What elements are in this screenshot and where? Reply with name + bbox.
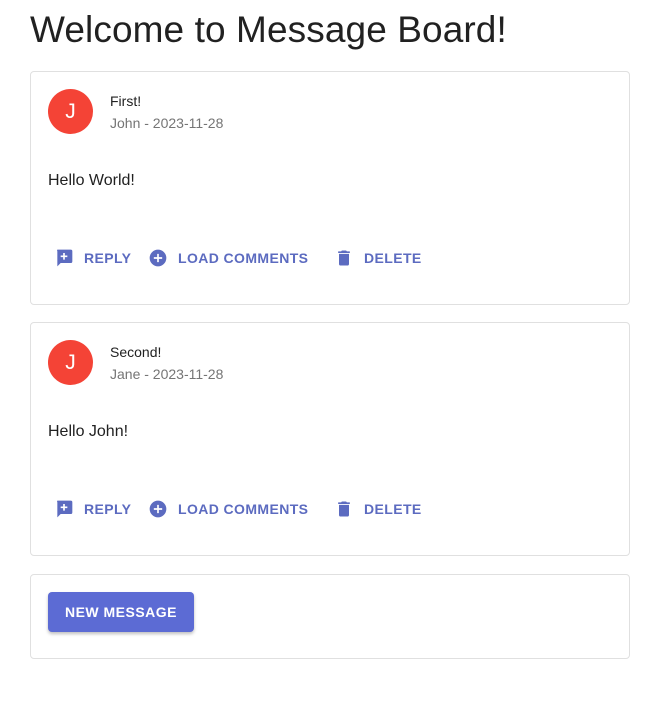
reply-button[interactable]: REPLY	[54, 246, 148, 270]
reply-label: REPLY	[84, 250, 132, 266]
add-comment-icon	[54, 248, 74, 268]
add-comment-icon	[54, 499, 74, 519]
page-title: Welcome to Message Board!	[30, 9, 507, 50]
delete-button[interactable]: DELETE	[334, 497, 422, 521]
reply-button[interactable]: REPLY	[54, 497, 148, 521]
message-actions: REPLY LOAD COMMENTS DELETE	[54, 497, 422, 521]
delete-button[interactable]: DELETE	[334, 246, 422, 270]
load-comments-label: LOAD COMMENTS	[178, 501, 309, 517]
message-actions: REPLY LOAD COMMENTS DELETE	[54, 246, 422, 270]
add-circle-icon	[148, 248, 168, 268]
message-body: Hello World!	[48, 172, 135, 189]
message-card: J First! John - 2023-11-28 Hello World! …	[30, 71, 630, 305]
trash-icon	[334, 248, 354, 268]
avatar: J	[48, 89, 93, 134]
add-circle-icon	[148, 499, 168, 519]
trash-icon	[334, 499, 354, 519]
new-message-button[interactable]: NEW MESSAGE	[48, 592, 194, 632]
message-title: Second!	[110, 344, 162, 360]
message-body: Hello John!	[48, 423, 129, 440]
message-title: First!	[110, 93, 142, 109]
delete-label: DELETE	[364, 501, 422, 517]
reply-label: REPLY	[84, 501, 132, 517]
delete-label: DELETE	[364, 250, 422, 266]
message-board-page: Welcome to Message Board! J First! John …	[0, 0, 667, 704]
message-author-date: Jane - 2023-11-28	[110, 366, 224, 382]
message-author-date: John - 2023-11-28	[110, 115, 224, 131]
message-card: J Second! Jane - 2023-11-28 Hello John! …	[30, 322, 630, 556]
new-message-card: NEW MESSAGE	[30, 574, 630, 659]
load-comments-button[interactable]: LOAD COMMENTS	[148, 497, 334, 521]
load-comments-button[interactable]: LOAD COMMENTS	[148, 246, 334, 270]
avatar: J	[48, 340, 93, 385]
load-comments-label: LOAD COMMENTS	[178, 250, 309, 266]
